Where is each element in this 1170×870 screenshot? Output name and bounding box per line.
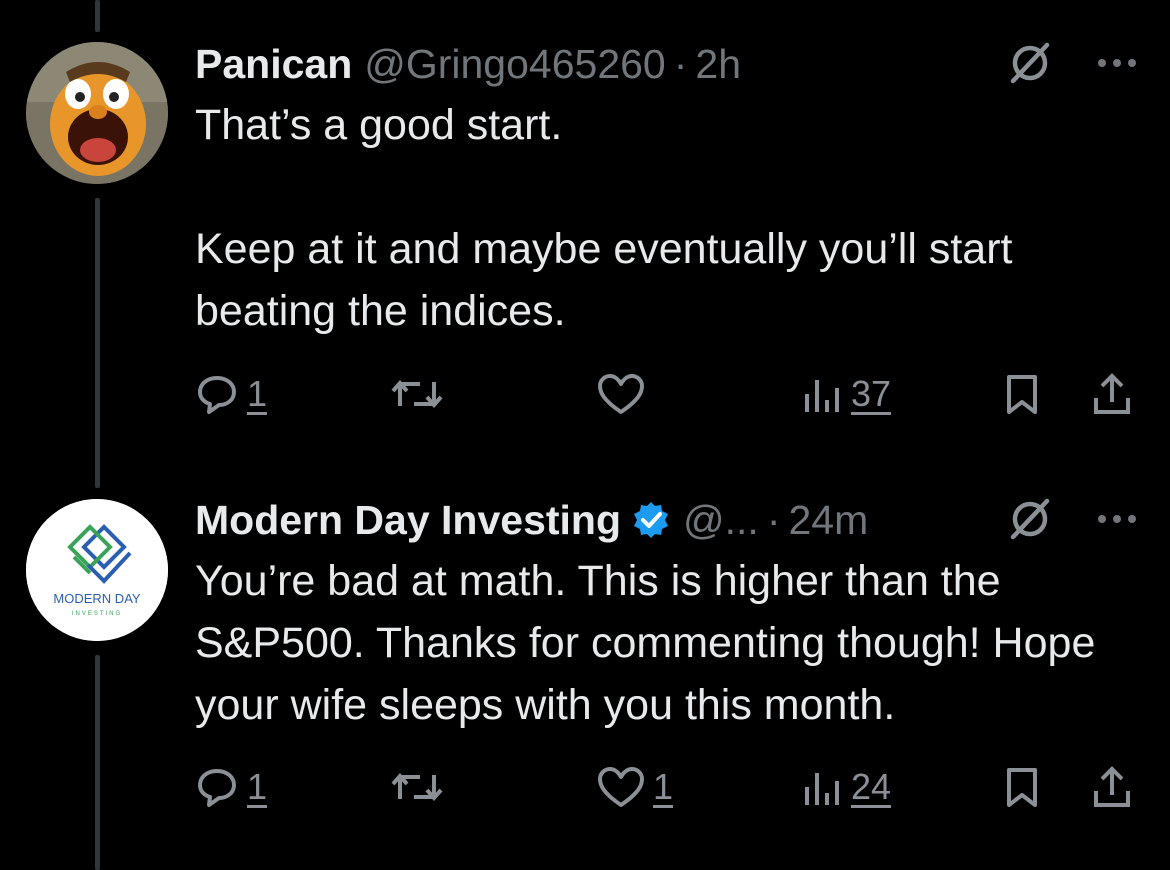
- like-button[interactable]: 1: [597, 765, 673, 809]
- separator-dot: ·: [673, 40, 688, 87]
- tweet-2-text: You’re bad at math. This is higher than …: [195, 550, 1145, 736]
- bookmark-icon: [1000, 765, 1044, 809]
- tweet-1-paragraph-2: Keep at it and maybe eventually you’ll s…: [195, 225, 1013, 335]
- thread-line-middle: [95, 198, 100, 488]
- bookmark-icon: [1000, 372, 1044, 416]
- repost-button[interactable]: [390, 372, 444, 416]
- like-icon: [597, 372, 645, 416]
- timestamp[interactable]: 2h: [695, 41, 741, 88]
- author-handle[interactable]: @...: [683, 497, 759, 544]
- author-name[interactable]: Panican: [195, 41, 352, 88]
- like-icon: [597, 765, 645, 809]
- tweet-2-actions: 1 1 24: [195, 765, 1140, 815]
- tweet-1-paragraph-1: That’s a good start.: [195, 101, 563, 149]
- logo-text: MODERN DAY: [53, 591, 140, 606]
- repost-button[interactable]: [390, 765, 444, 809]
- tweet-1[interactable]: Panican @Gringo465260 · 2h That’s a good…: [195, 34, 1145, 342]
- repost-icon: [390, 765, 444, 809]
- views-button[interactable]: 37: [799, 372, 891, 416]
- views-icon: [799, 765, 843, 809]
- reply-count: 1: [247, 373, 268, 414]
- modern-day-logo-icon: MODERN DAY INVESTING: [26, 499, 168, 641]
- reply-count: 1: [247, 766, 268, 807]
- grok-icon[interactable]: [1007, 496, 1053, 542]
- avatar-panican[interactable]: [26, 42, 168, 184]
- thread-line-bottom: [95, 655, 100, 870]
- puppet-avatar-image: [26, 42, 168, 184]
- reply-button[interactable]: 1: [195, 372, 267, 416]
- tweet-2[interactable]: Modern Day Investing @... · 24m You’re b…: [195, 490, 1145, 736]
- views-count: 24: [851, 766, 892, 807]
- tweet-2-top-actions: [1007, 496, 1137, 542]
- tweet-1-text: That’s a good start. Keep at it and mayb…: [195, 94, 1145, 342]
- verified-badge-icon: [631, 500, 671, 540]
- tweet-2-header: Modern Day Investing @... · 24m: [195, 490, 1145, 550]
- reply-icon: [195, 765, 239, 809]
- like-button[interactable]: [597, 372, 645, 416]
- logo-subtext: INVESTING: [72, 611, 122, 617]
- timestamp[interactable]: 24m: [788, 497, 868, 544]
- grok-icon[interactable]: [1007, 40, 1053, 86]
- bookmark-button[interactable]: [1000, 765, 1044, 809]
- like-count: 1: [653, 766, 674, 807]
- author-name[interactable]: Modern Day Investing: [195, 497, 621, 544]
- reply-button[interactable]: 1: [195, 765, 267, 809]
- views-count: 37: [851, 373, 892, 414]
- bookmark-button[interactable]: [1000, 372, 1044, 416]
- more-icon[interactable]: [1097, 513, 1137, 525]
- tweet-2-paragraph-1: You’re bad at math. This is higher than …: [195, 557, 1096, 729]
- share-icon: [1090, 765, 1134, 809]
- share-button[interactable]: [1090, 765, 1134, 809]
- separator-dot: ·: [766, 496, 781, 543]
- views-icon: [799, 372, 843, 416]
- tweet-1-top-actions: [1007, 40, 1137, 86]
- views-button[interactable]: 24: [799, 765, 891, 809]
- avatar-modern-day-investing[interactable]: MODERN DAY INVESTING: [26, 499, 168, 641]
- thread-line-top: [95, 0, 100, 32]
- repost-icon: [390, 372, 444, 416]
- tweet-1-header: Panican @Gringo465260 · 2h: [195, 34, 1145, 94]
- reply-icon: [195, 372, 239, 416]
- share-button[interactable]: [1090, 372, 1134, 416]
- tweet-1-actions: 1 37: [195, 372, 1140, 422]
- author-handle[interactable]: @Gringo465260: [364, 41, 666, 88]
- more-icon[interactable]: [1097, 57, 1137, 69]
- share-icon: [1090, 372, 1134, 416]
